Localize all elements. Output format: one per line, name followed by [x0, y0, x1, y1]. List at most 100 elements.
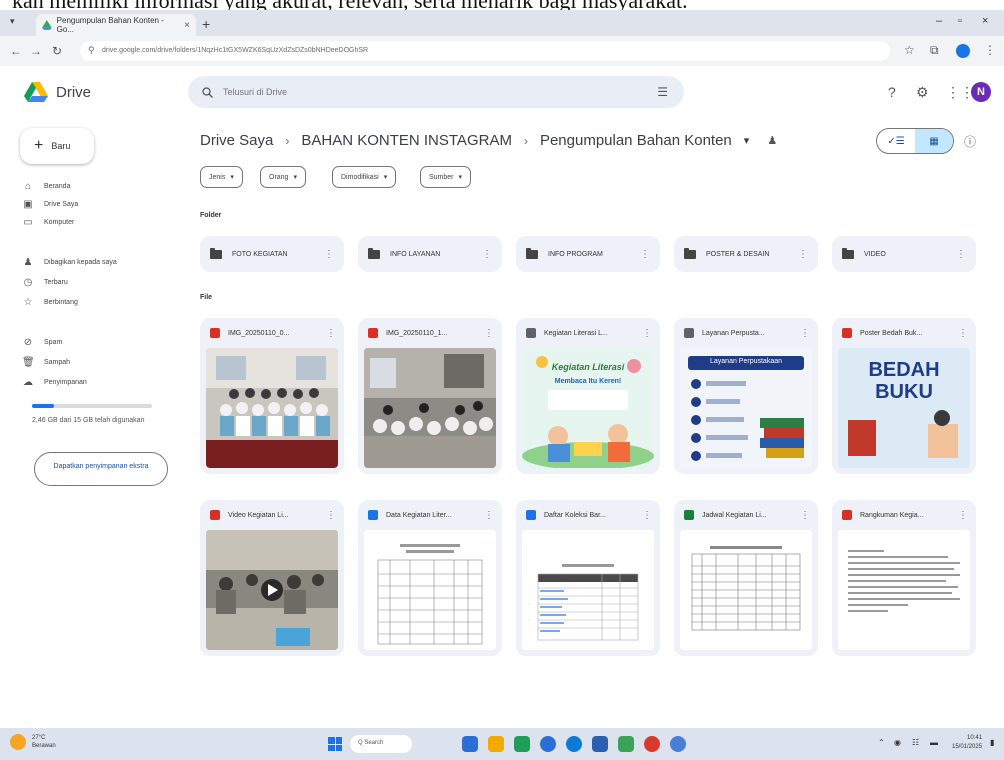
tray-chevron-icon[interactable]: ⌃: [878, 738, 885, 747]
sidebar-item-berbintang[interactable]: ☆ Berbintang: [22, 294, 78, 310]
docs-file-icon: [526, 510, 536, 520]
tab-close-icon[interactable]: ×: [184, 20, 190, 31]
taskbar-app-icon[interactable]: [670, 736, 686, 752]
folder-name: FOTO KEGIATAN: [232, 250, 288, 258]
file-card[interactable]: Video Kegiatan Li... ⋮: [200, 500, 344, 656]
taskbar-app-icon[interactable]: [514, 736, 530, 752]
more-options-icon[interactable]: ⋮: [484, 328, 494, 339]
site-info-icon[interactable]: ⚲: [88, 45, 95, 56]
new-button[interactable]: + Baru: [20, 128, 94, 164]
url-field[interactable]: ⚲ drive.google.com/drive/folders/1NqzHc1…: [80, 41, 890, 61]
more-options-icon[interactable]: ⋮: [642, 510, 652, 521]
view-toggle[interactable]: ✓☰ ▦: [876, 128, 954, 154]
file-card[interactable]: Kegiatan Literasi L... ⋮ Kegiatan Literas…: [516, 318, 660, 474]
more-options-icon[interactable]: ⋮: [956, 249, 966, 260]
notification-icon[interactable]: ▮: [990, 738, 994, 747]
more-options-icon[interactable]: ⋮: [958, 328, 968, 339]
taskbar-search[interactable]: Q Search: [350, 735, 412, 753]
taskbar-app-icon[interactable]: [592, 736, 608, 752]
drive-search-bar[interactable]: ☰: [188, 76, 684, 108]
file-card[interactable]: Rangkuman Kegia... ⋮: [832, 500, 976, 656]
get-more-storage-button[interactable]: Dapatkan penyimpanan ekstra: [34, 452, 168, 486]
filter-chip-dimodifikasi[interactable]: Dimodifikasi ▾: [332, 166, 397, 188]
back-icon[interactable]: ←: [10, 44, 22, 58]
more-options-icon[interactable]: ⋮: [958, 510, 968, 521]
reload-icon[interactable]: ↻: [52, 44, 62, 58]
sidebar-item-komputer[interactable]: ▭ Komputer: [22, 214, 74, 230]
breadcrumb-current-folder[interactable]: Pengumpulan Bahan Konten: [540, 132, 732, 149]
folder-item[interactable]: POSTER & DESAIN ⋮: [674, 236, 818, 272]
account-avatar[interactable]: N: [971, 82, 991, 102]
file-card[interactable]: Layanan Perpusta... ⋮ Layanan Perpustakaa…: [674, 318, 818, 474]
tray-network-icon[interactable]: ◉: [894, 738, 901, 747]
taskbar-app-icon[interactable]: [644, 736, 660, 752]
browser-tab[interactable]: Pengumpulan Bahan Konten - Go... ×: [36, 14, 196, 36]
sidebar-item-sampah[interactable]: 🗑 Sampah: [22, 354, 70, 370]
browser-profile-icon[interactable]: [956, 44, 970, 58]
extensions-icon[interactable]: ⧉: [930, 43, 939, 58]
taskbar-app-icon[interactable]: [618, 736, 634, 752]
more-options-icon[interactable]: ⋮: [324, 249, 334, 260]
folder-menu-chevron-icon[interactable]: ▾: [744, 134, 750, 147]
forward-icon[interactable]: →: [30, 44, 42, 58]
taskbar-clock[interactable]: 10:41 15/01/2025: [952, 734, 982, 752]
list-view-icon[interactable]: ✓☰: [877, 129, 915, 153]
maximize-icon[interactable]: ▫: [958, 15, 962, 27]
tab-list-icon[interactable]: ▾: [10, 16, 15, 27]
file-card[interactable]: Daftar Koleksi Bar... ⋮: [516, 500, 660, 656]
sidebar-item-label: Penyimpanan: [44, 378, 87, 386]
breadcrumb-drive-saya[interactable]: Drive Saya: [200, 132, 273, 149]
minimize-icon[interactable]: –: [936, 15, 942, 27]
more-options-icon[interactable]: ⋮: [640, 249, 650, 260]
window-close-icon[interactable]: ×: [982, 15, 988, 27]
folder-item[interactable]: FOTO KEGIATAN ⋮: [200, 236, 344, 272]
tray-battery-icon[interactable]: ▬: [930, 738, 938, 747]
weather-widget[interactable]: 27°C Berawan: [10, 734, 56, 750]
more-options-icon[interactable]: ⋮: [800, 510, 810, 521]
tray-wifi-icon[interactable]: ☷: [912, 738, 919, 747]
more-options-icon[interactable]: ⋮: [642, 328, 652, 339]
more-options-icon[interactable]: ⋮: [484, 510, 494, 521]
filter-chip-jenis[interactable]: Jenis ▾: [200, 166, 243, 188]
file-card[interactable]: Data Kegiatan Liter... ⋮: [358, 500, 502, 656]
breadcrumb-bahan-konten[interactable]: BAHAN KONTEN INSTAGRAM: [301, 132, 512, 149]
drive-logo[interactable]: Drive: [24, 82, 91, 102]
search-input[interactable]: [223, 87, 603, 97]
sidebar-item-terbaru[interactable]: ◷ Terbaru: [22, 274, 68, 290]
edge-icon[interactable]: [566, 736, 582, 752]
more-options-icon[interactable]: ⋮: [482, 249, 492, 260]
new-tab-icon[interactable]: +: [202, 16, 210, 32]
bookmark-star-icon[interactable]: ☆: [904, 43, 915, 57]
shared-folder-icon[interactable]: ♟: [767, 134, 777, 147]
filter-chip-orang[interactable]: Orang ▾: [260, 166, 306, 188]
more-options-icon[interactable]: ⋮: [326, 510, 336, 521]
browser-menu-icon[interactable]: ⋮: [984, 43, 996, 57]
more-options-icon[interactable]: ⋮: [800, 328, 810, 339]
apps-grid-icon[interactable]: ⋮⋮: [946, 84, 974, 101]
windows-start-icon[interactable]: [328, 737, 342, 751]
sidebar-item-spam[interactable]: ⊘ Spam: [22, 334, 63, 350]
settings-gear-icon[interactable]: ⚙: [916, 84, 929, 101]
help-icon[interactable]: ?: [888, 84, 896, 100]
sidebar-item-beranda[interactable]: ⌂ Beranda: [22, 178, 71, 194]
sidebar-item-penyimpanan[interactable]: ☁ Penyimpanan: [22, 374, 87, 390]
file-card[interactable]: IMG_20250110_1... ⋮: [358, 318, 502, 474]
file-card[interactable]: IMG_20250110_0... ⋮: [200, 318, 344, 474]
folder-item[interactable]: INFO PROGRAM ⋮: [516, 236, 660, 272]
details-info-icon[interactable]: ⓘ: [964, 133, 976, 150]
file-explorer-icon[interactable]: [488, 736, 504, 752]
file-card[interactable]: Poster Bedah Buk... ⋮ BEDAH BUKU: [832, 318, 976, 474]
folder-item[interactable]: INFO LAYANAN ⋮: [358, 236, 502, 272]
taskbar-app-icon[interactable]: [462, 736, 478, 752]
search-options-icon[interactable]: ☰: [657, 85, 668, 99]
filter-chip-sumber[interactable]: Sumber ▾: [420, 166, 472, 188]
search-icon[interactable]: [202, 86, 213, 98]
more-options-icon[interactable]: ⋮: [326, 328, 336, 339]
folder-item[interactable]: VIDEO ⋮: [832, 236, 976, 272]
chrome-icon[interactable]: [540, 736, 556, 752]
grid-view-icon[interactable]: ▦: [915, 129, 953, 153]
sidebar-item-dibagikan[interactable]: ♟ Dibagikan kepada saya: [22, 254, 117, 270]
file-card[interactable]: Jadwal Kegiatan Li... ⋮: [674, 500, 818, 656]
sidebar-item-drive-saya[interactable]: ▣ Drive Saya: [22, 196, 78, 212]
more-options-icon[interactable]: ⋮: [798, 249, 808, 260]
